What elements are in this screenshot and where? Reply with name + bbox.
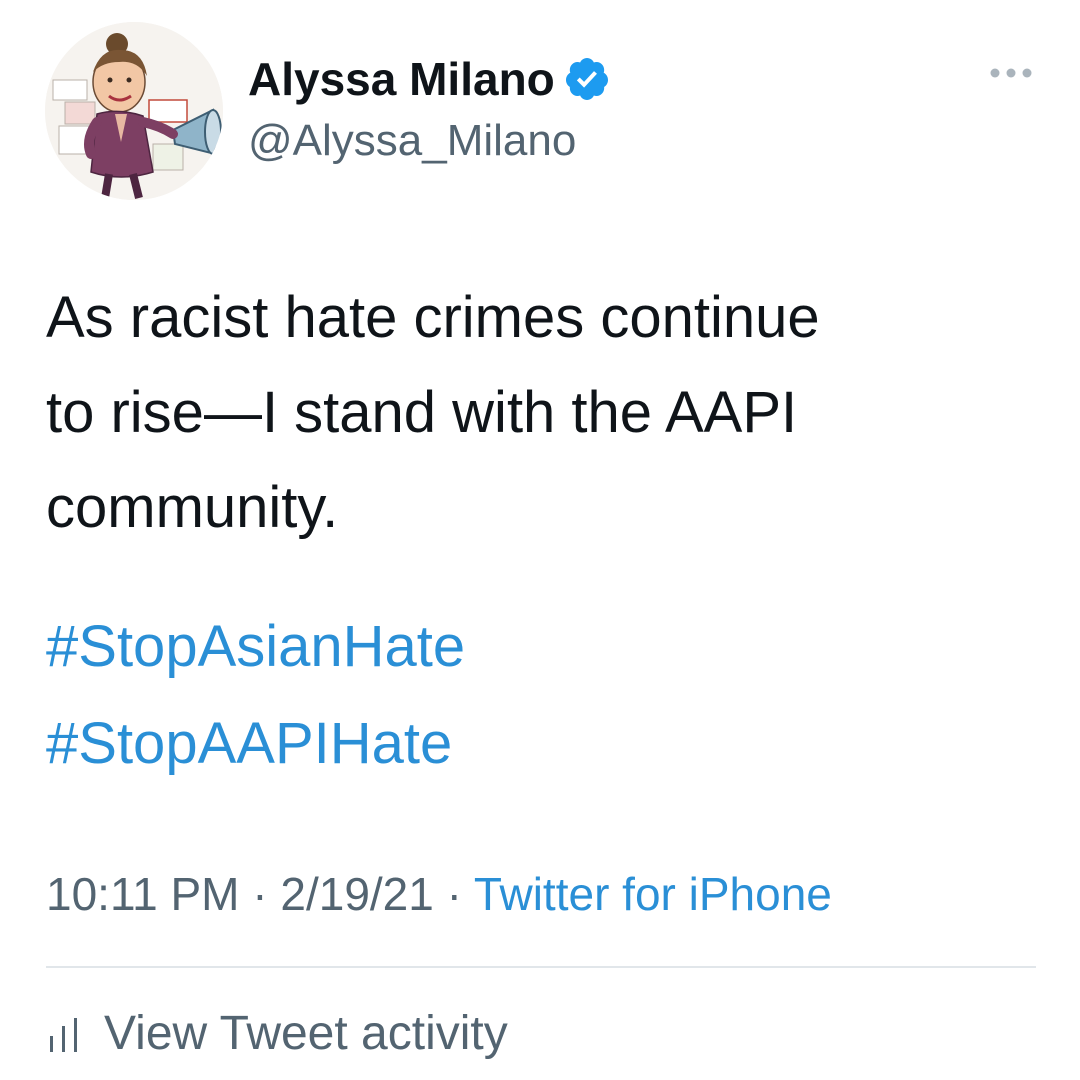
display-name-text: Alyssa Milano (248, 53, 555, 105)
tweet-detail: Alyssa Milano @Alyssa_Milano As racist h… (0, 0, 1080, 1080)
bar-chart-icon (50, 1018, 77, 1052)
tweet-time[interactable]: 10:11 PM (46, 868, 239, 920)
caricature-avatar-image (45, 22, 223, 200)
tweet-source-link[interactable]: Twitter for iPhone (474, 868, 832, 920)
display-name[interactable]: Alyssa Milano (248, 52, 611, 106)
view-tweet-activity-label: View Tweet activity (104, 1007, 508, 1060)
verified-badge-icon (565, 58, 608, 100)
divider (46, 966, 1036, 968)
tweet-metadata: 10:11 PM · 2/19/21 · Twitter for iPhone (46, 862, 832, 926)
more-horizontal-icon[interactable] (986, 58, 1036, 88)
user-handle[interactable]: @Alyssa_Milano (248, 114, 576, 168)
hashtag-link[interactable]: #StopAAPIHate (46, 695, 465, 792)
tweet-date[interactable]: 2/19/21 (280, 868, 433, 920)
tweet-text: As racist hate crimes continue to rise—I… (46, 285, 820, 540)
hashtag-link[interactable]: #StopAsianHate (46, 598, 465, 695)
meta-separator: · (252, 868, 268, 920)
avatar[interactable] (45, 22, 223, 200)
hashtag-list: #StopAsianHate #StopAAPIHate (46, 598, 465, 792)
meta-separator: · (446, 868, 462, 920)
view-tweet-activity-button[interactable]: View Tweet activity (46, 1002, 508, 1066)
